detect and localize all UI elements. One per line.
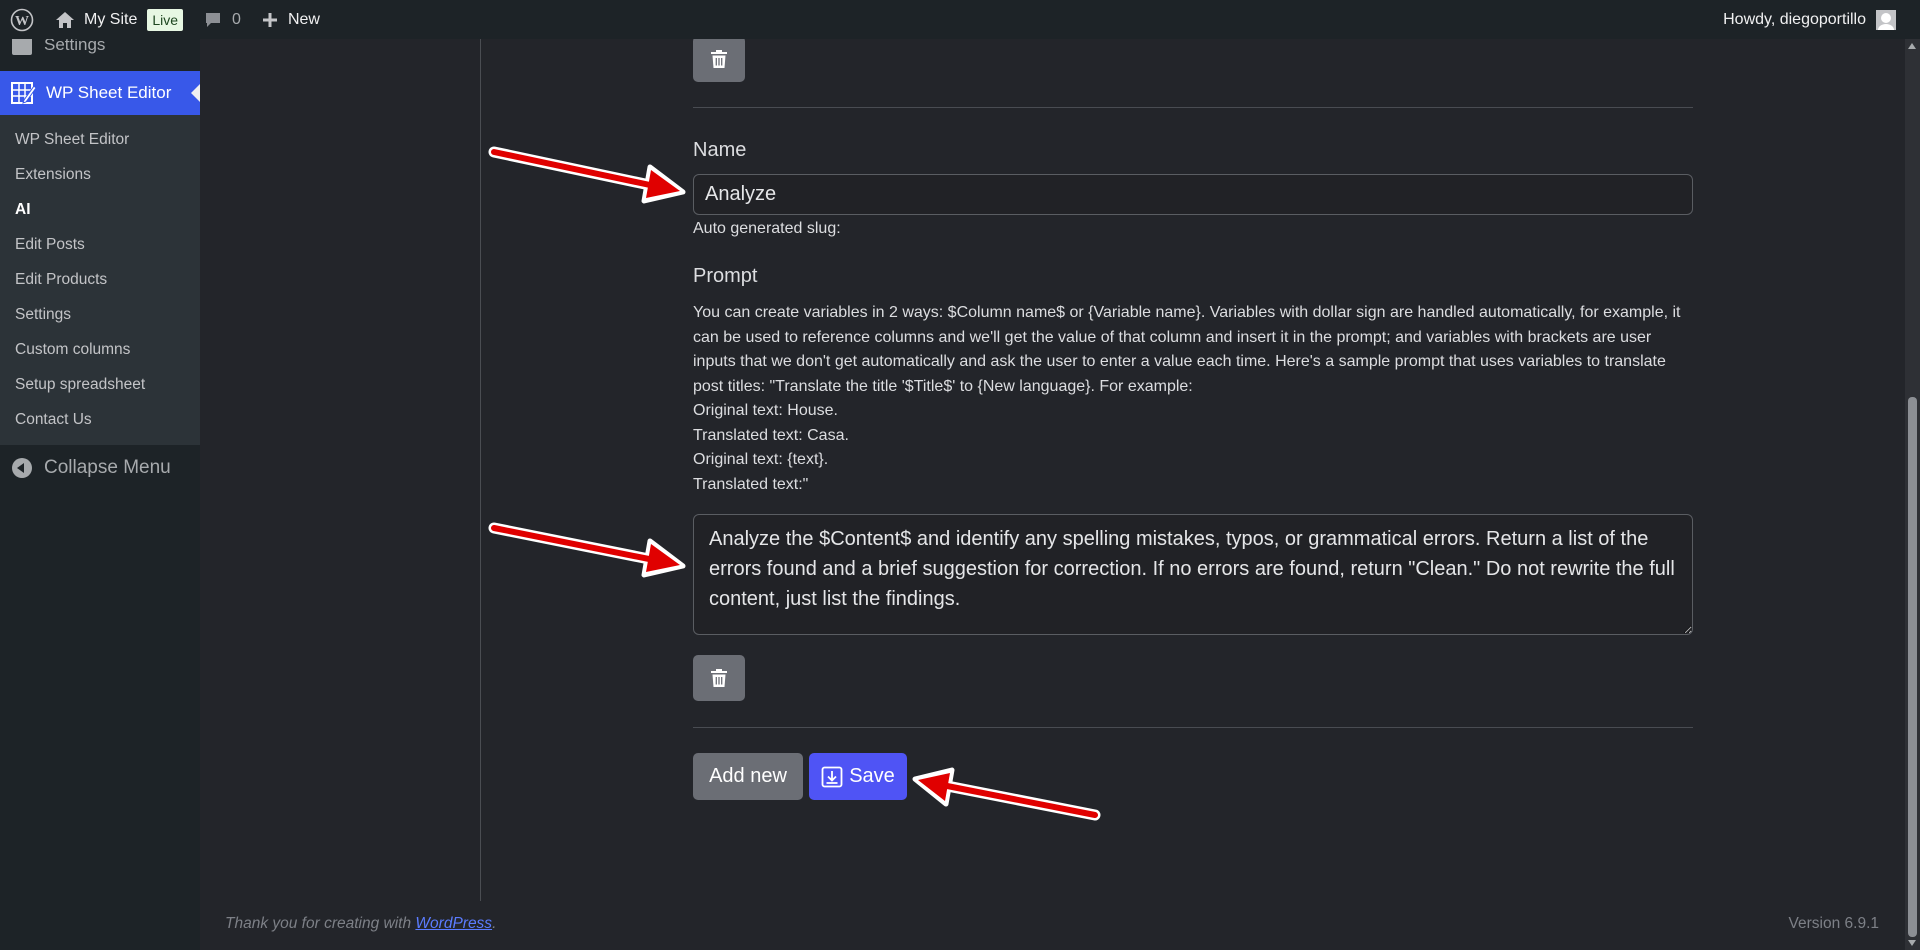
footer-thanks: Thank you for creating with WordPress.: [225, 915, 496, 933]
menu-item-settings-label: Settings: [44, 39, 106, 54]
submenu-item-edit-products[interactable]: Edit Products: [0, 262, 200, 297]
scroll-down-arrow-icon[interactable]: [1908, 940, 1916, 946]
howdy-greeting: Howdy, diegoportillo: [1723, 10, 1866, 28]
arrow-to-name-input: [488, 146, 686, 204]
footer-thanks-suffix: .: [492, 915, 497, 932]
submenu-item-ai[interactable]: AI: [0, 192, 200, 227]
content-divider: [480, 39, 481, 901]
wordpress-link[interactable]: WordPress: [415, 915, 492, 932]
save-label: Save: [849, 765, 895, 787]
trash-icon: [711, 669, 727, 687]
collapse-arrow-icon: [12, 458, 32, 478]
avatar: [1876, 9, 1896, 30]
name-input[interactable]: [693, 174, 1693, 215]
prompt-help-text: You can create variables in 2 ways: $Col…: [693, 301, 1688, 497]
section-divider: [693, 727, 1693, 728]
submenu-item-custom-columns[interactable]: Custom columns: [0, 332, 200, 367]
save-button[interactable]: Save: [809, 753, 907, 800]
footer-thanks-prefix: Thank you for creating with: [225, 915, 416, 932]
settings-icon: [12, 39, 32, 55]
site-name: My Site: [84, 10, 138, 28]
scroll-up-arrow-icon[interactable]: [1908, 43, 1916, 49]
new-content-link[interactable]: New: [251, 0, 330, 39]
admin-sidebar: Settings WP Sheet Editor WP Sheet Editor…: [0, 39, 200, 950]
submenu-item-extensions[interactable]: Extensions: [0, 157, 200, 192]
submenu: WP Sheet Editor Extensions AI Edit Posts…: [0, 115, 200, 445]
help-line: Original text: {text}.: [693, 451, 829, 468]
submenu-item-contact-us[interactable]: Contact Us: [0, 402, 200, 437]
arrow-to-prompt-textarea: [488, 522, 686, 578]
help-line: You can create variables in 2 ways: $Col…: [693, 304, 1681, 395]
delete-prompt-button[interactable]: [693, 655, 745, 701]
page-scrollbar[interactable]: [1905, 39, 1920, 950]
submenu-item-settings[interactable]: Settings: [0, 297, 200, 332]
site-name-link[interactable]: My Site Live: [44, 0, 193, 39]
scrollbar-thumb[interactable]: [1908, 397, 1917, 937]
svg-text:W: W: [15, 14, 29, 29]
prompt-label: Prompt: [693, 265, 758, 287]
home-icon: [56, 11, 74, 28]
collapse-menu-label: Collapse Menu: [44, 457, 171, 478]
live-badge: Live: [147, 8, 184, 31]
help-line: Translated text: Casa.: [693, 426, 849, 444]
submenu-item-wp-sheet-editor[interactable]: WP Sheet Editor: [0, 122, 200, 157]
trash-icon: [711, 50, 727, 68]
new-label: New: [287, 10, 320, 28]
collapse-menu-button[interactable]: Collapse Menu: [0, 445, 200, 479]
spreadsheet-edit-icon: [11, 82, 36, 104]
wp-logo-button[interactable]: W: [0, 0, 44, 39]
comments-count: 0: [232, 10, 241, 28]
help-line: Original text: House.: [693, 402, 838, 419]
submenu-item-edit-posts[interactable]: Edit Posts: [0, 227, 200, 262]
menu-item-settings[interactable]: Settings: [0, 39, 200, 71]
help-line: Translated text:": [693, 475, 809, 493]
plus-icon: [262, 12, 277, 27]
footer-version: Version 6.9.1: [1788, 915, 1879, 932]
download-save-icon: [821, 766, 843, 787]
menu-item-wp-sheet-editor[interactable]: WP Sheet Editor: [0, 71, 200, 115]
delete-prompt-button[interactable]: [693, 36, 745, 82]
prompt-textarea[interactable]: Analyze the $Content$ and identify any s…: [693, 514, 1693, 635]
wordpress-logo-icon: W: [10, 8, 34, 31]
submenu-item-setup-spreadsheet[interactable]: Setup spreadsheet: [0, 367, 200, 402]
comments-link[interactable]: 0: [193, 0, 251, 39]
menu-current-label: WP Sheet Editor: [46, 83, 172, 102]
my-account[interactable]: Howdy, diegoportillo: [1723, 9, 1920, 30]
admin-bar: W My Site Live 0 New Howdy, diegoportill…: [0, 0, 1920, 39]
slug-label: Auto generated slug:: [693, 220, 841, 237]
name-label: Name: [693, 139, 747, 161]
add-new-button[interactable]: Add new: [693, 753, 803, 800]
comment-icon: [206, 12, 221, 27]
section-divider: [693, 107, 1693, 108]
arrow-to-save-button: [912, 767, 1101, 821]
